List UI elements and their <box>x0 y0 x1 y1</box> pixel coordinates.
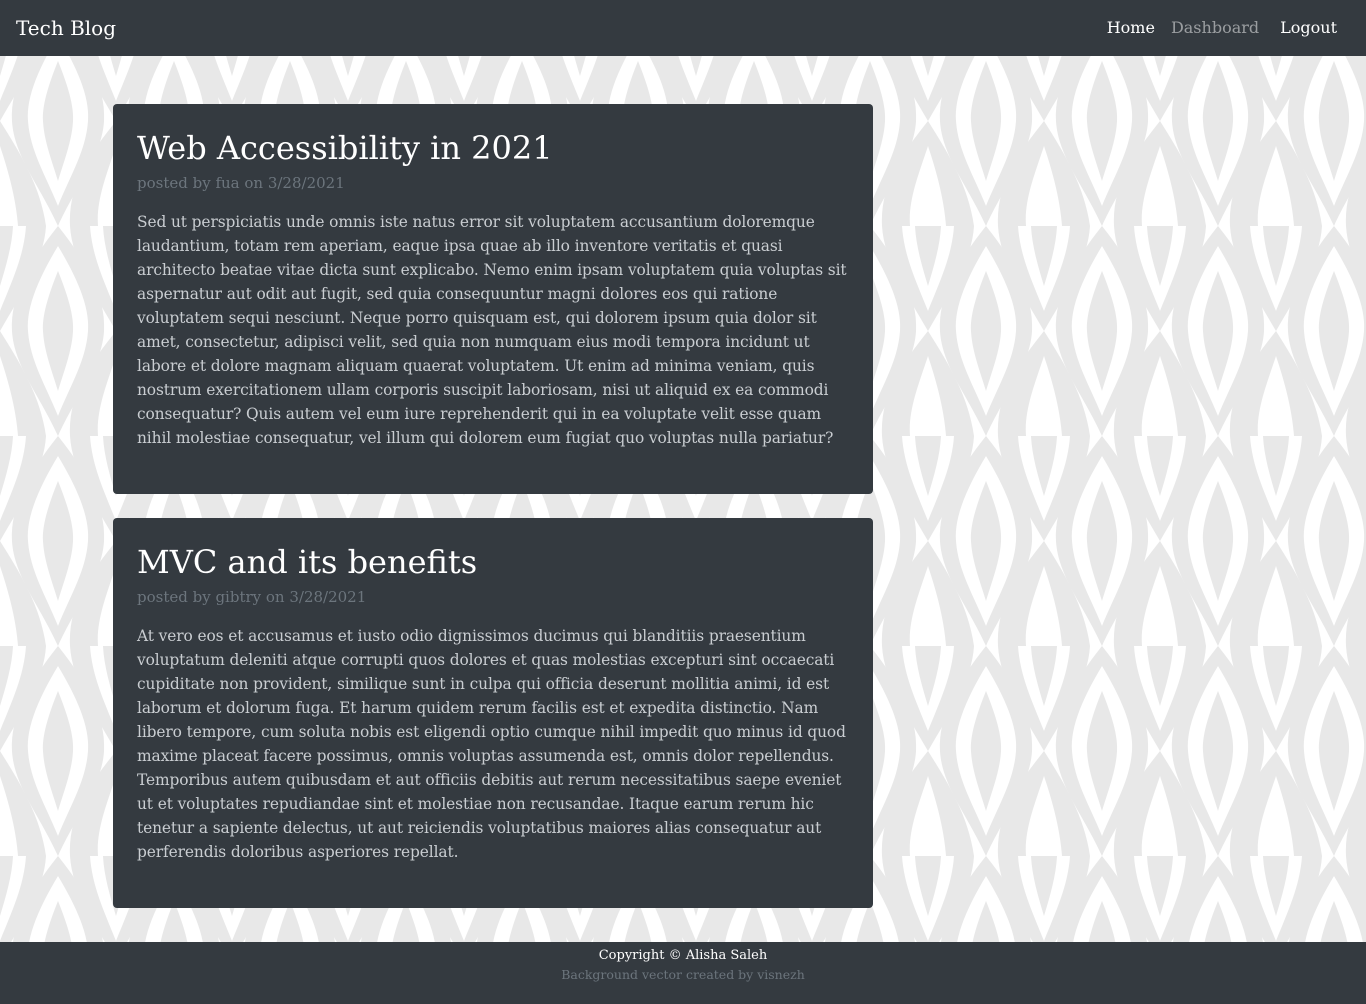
post-title[interactable]: MVC and its benefits <box>137 542 849 582</box>
footer-credit: Background vector created by visnezh <box>561 967 805 982</box>
brand-link[interactable]: Tech Blog <box>16 14 116 42</box>
post-body: At vero eos et accusamus et iusto odio d… <box>137 627 846 861</box>
post-title[interactable]: Web Accessibility in 2021 <box>137 128 849 168</box>
footer: Copyright © Alisha Saleh Background vect… <box>0 942 1366 1004</box>
post-body: Sed ut perspiciatis unde omnis iste natu… <box>137 213 847 447</box>
post-list: Web Accessibility in 2021 posted by fua … <box>113 104 873 908</box>
nav-dashboard-link[interactable]: Dashboard <box>1171 16 1259 40</box>
post-card[interactable]: MVC and its benefits posted by gibtry on… <box>113 518 873 908</box>
post-meta: posted by gibtry on 3/28/2021 <box>137 588 367 606</box>
post-meta: posted by fua on 3/28/2021 <box>137 174 345 192</box>
navbar: Tech Blog Home Dashboard Logout <box>0 0 1366 56</box>
footer-copyright: Copyright © Alisha Saleh <box>598 948 768 963</box>
nav-links: Home Dashboard Logout <box>1107 16 1337 40</box>
nav-home-link[interactable]: Home <box>1107 16 1155 40</box>
nav-logout-link[interactable]: Logout <box>1280 16 1337 40</box>
post-card[interactable]: Web Accessibility in 2021 posted by fua … <box>113 104 873 494</box>
